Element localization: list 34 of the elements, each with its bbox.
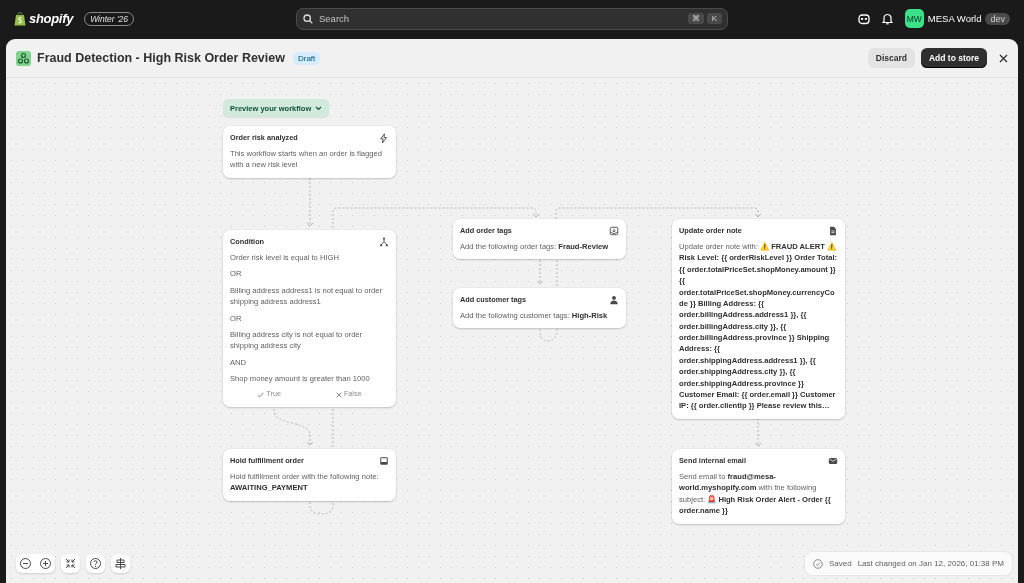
brand-name: shopify — [29, 11, 74, 26]
workflow-app-icon — [16, 50, 31, 66]
layout-icon[interactable] — [114, 557, 127, 570]
envelope-icon — [828, 456, 838, 467]
fit-view-icon[interactable] — [64, 557, 77, 570]
shortcut-key: K — [707, 12, 722, 24]
branch-icon — [379, 237, 389, 248]
document-icon — [828, 226, 838, 237]
chevron-down-icon — [315, 105, 323, 111]
bag-logo-icon — [14, 11, 26, 26]
environment-badge: dev — [985, 12, 1010, 25]
cross-icon — [335, 391, 342, 398]
check-circle-icon — [812, 558, 823, 569]
help-icon[interactable] — [89, 557, 102, 570]
zoom-out-icon[interactable] — [19, 557, 32, 570]
lightning-icon — [379, 133, 389, 144]
status-badge: Draft — [292, 51, 321, 65]
account-avatar: MW — [904, 9, 924, 28]
inbox-icon — [379, 456, 389, 467]
workflow-title: Fraud Detection - High Risk Order Review — [37, 51, 285, 65]
discard-button[interactable]: Discard — [867, 48, 915, 68]
workflow-step-card[interactable] — [672, 219, 845, 419]
zoom-in-icon[interactable] — [39, 557, 52, 570]
tray-download-icon — [609, 226, 619, 237]
search-icon — [303, 13, 313, 24]
close-icon[interactable] — [999, 53, 1008, 63]
person-icon — [609, 295, 619, 306]
last-changed-text: Last changed on Jan 12, 2026, 01:38 PM — [857, 559, 1004, 568]
check-icon — [257, 391, 265, 398]
bell-icon[interactable] — [881, 12, 893, 25]
save-state: Saved — [828, 559, 852, 568]
shortcut-key: ⌘ — [688, 12, 704, 24]
store-name: MESA World — [927, 13, 982, 24]
add-to-store-button[interactable]: Add to store — [920, 48, 987, 68]
